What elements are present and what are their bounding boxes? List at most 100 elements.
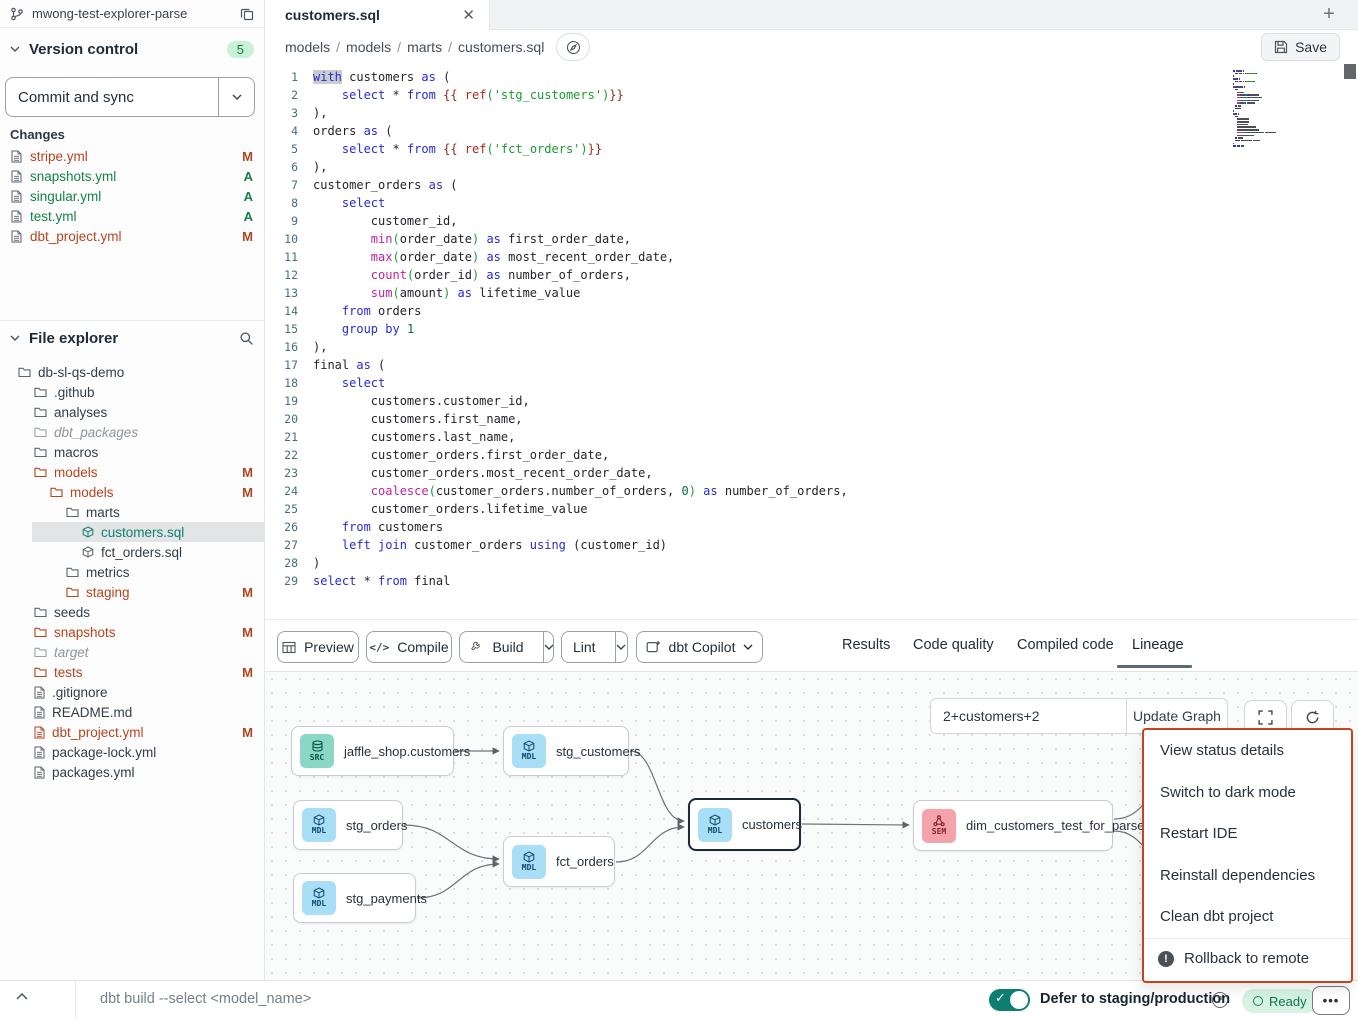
line-number: 28 <box>265 554 313 572</box>
tab-results[interactable]: Results <box>842 637 890 653</box>
tree-item-status: M <box>242 625 253 640</box>
commit-options-caret[interactable] <box>218 78 254 116</box>
code-editor[interactable]: 1with customers as (2 select * from {{ r… <box>265 64 1358 620</box>
change-file-name: snapshots.yml <box>30 169 116 184</box>
lint-button[interactable]: Lint <box>562 639 607 655</box>
lineage-node-stg_customers[interactable]: MDLstg_customers <box>503 726 629 776</box>
tree-item-tests[interactable]: testsM <box>0 662 264 682</box>
file-explorer-header[interactable]: File explorer <box>10 327 254 349</box>
lineage-filter-input[interactable]: 2+customers+2 <box>930 698 1127 734</box>
change-status: A <box>244 209 253 224</box>
build-options-caret[interactable] <box>543 632 554 662</box>
chevron-up-icon[interactable] <box>16 993 28 1000</box>
branch-selector[interactable]: mwong-test-explorer-parse <box>0 0 264 28</box>
change-row-snapshots.yml[interactable]: snapshots.ymlA <box>0 166 264 186</box>
tree-item-label: marts <box>86 505 120 520</box>
tree-item-target[interactable]: target <box>0 642 264 662</box>
menu-item-restart-ide[interactable]: Restart IDE <box>1144 813 1351 855</box>
lint-options-caret[interactable] <box>615 632 627 662</box>
tree-item-README.md[interactable]: README.md <box>0 702 264 722</box>
menu-item-reinstall-dependencies[interactable]: Reinstall dependencies <box>1144 855 1351 897</box>
lineage-node-customers[interactable]: MDLcustomers <box>688 798 801 851</box>
defer-label: Defer to staging/production <box>1040 991 1230 1007</box>
tree-item-seeds[interactable]: seeds <box>0 602 264 622</box>
tab-customers-sql[interactable]: customers.sql ✕ <box>265 0 490 30</box>
change-row-singular.yml[interactable]: singular.ymlA <box>0 186 264 206</box>
change-row-test.yml[interactable]: test.yml A <box>0 206 264 226</box>
tree-item-label: models <box>70 485 114 500</box>
tree-item-package-lock.yml[interactable]: package-lock.yml <box>0 742 264 762</box>
build-label: Build <box>492 639 523 655</box>
dbt-copilot-button[interactable]: dbt Copilot <box>636 631 763 663</box>
explore-compass-button[interactable] <box>556 33 590 61</box>
code-line: 27 left join customer_orders using (cust… <box>265 536 1358 554</box>
line-number: 5 <box>265 140 313 158</box>
commit-and-sync-button[interactable]: Commit and sync <box>5 77 255 117</box>
change-row-dbt_project.yml[interactable]: dbt_project.ymlM <box>0 226 264 246</box>
tree-item-analyses[interactable]: analyses <box>0 402 264 422</box>
compile-button[interactable]: </> Compile <box>366 631 452 663</box>
minimap[interactable] <box>1233 70 1291 148</box>
code-line: 7customer_orders as ( <box>265 176 1358 194</box>
change-row-stripe.yml[interactable]: stripe.ymlM <box>0 146 264 166</box>
tree-item-dbt_project.yml[interactable]: dbt_project.ymlM <box>0 722 264 742</box>
tree-item-marts[interactable]: marts <box>0 502 264 522</box>
menu-item-rollback-to-remote[interactable]: !Rollback to remote <box>1144 939 1351 979</box>
command-input[interactable]: dbt build --select <model_name> <box>100 991 311 1007</box>
tab-lineage[interactable]: Lineage <box>1132 637 1184 653</box>
build-button[interactable]: Build <box>459 639 534 655</box>
lineage-node-fct_orders[interactable]: MDLfct_orders <box>503 836 615 887</box>
tree-item-.github[interactable]: .github <box>0 382 264 402</box>
tree-item-models[interactable]: modelsM <box>0 462 264 482</box>
new-tab-button[interactable]: + <box>1316 1 1342 27</box>
version-control-header[interactable]: Version control 5 <box>10 38 254 60</box>
tree-item-macros[interactable]: macros <box>0 442 264 462</box>
copy-icon[interactable] <box>240 7 254 21</box>
tab-code-quality[interactable]: Code quality <box>913 637 994 653</box>
line-number: 22 <box>265 446 313 464</box>
lineage-node-stg_orders[interactable]: MDLstg_orders <box>293 800 403 850</box>
menu-item-view-status-details[interactable]: View status details <box>1144 730 1351 772</box>
menu-item-switch-to-dark-mode[interactable]: Switch to dark mode <box>1144 772 1351 814</box>
tree-item-db-sl-qs-demo[interactable]: db-sl-qs-demo <box>0 362 264 382</box>
tree-item-models[interactable]: modelsM <box>0 482 264 502</box>
change-file-name: test.yml <box>30 209 77 224</box>
search-icon[interactable] <box>239 331 254 346</box>
close-icon[interactable]: ✕ <box>462 6 475 24</box>
code-line: 5 select * from {{ ref('fct_orders')}} <box>265 140 1358 158</box>
tab-compiled-code[interactable]: Compiled code <box>1017 637 1114 653</box>
lineage-node-dim_customers_test_for_parse[interactable]: SEMdim_customers_test_for_parse <box>913 800 1113 851</box>
ready-label: Ready <box>1269 994 1307 1009</box>
tab-title: customers.sql <box>285 7 462 23</box>
tree-item-metrics[interactable]: metrics <box>0 562 264 582</box>
scrollbar-thumb[interactable] <box>1344 64 1356 79</box>
lineage-node-jaffle_shop.customers[interactable]: SRCjaffle_shop.customers <box>291 726 454 776</box>
tree-item-label: snapshots <box>54 625 116 640</box>
defer-toggle[interactable]: ✓ <box>989 989 1030 1011</box>
tree-item-.gitignore[interactable]: .gitignore <box>0 682 264 702</box>
line-number: 29 <box>265 572 313 590</box>
node-label: fct_orders <box>556 854 614 869</box>
tree-item-dbt_packages[interactable]: dbt_packages <box>0 422 264 442</box>
ide-status-badge[interactable]: Ready <box>1242 989 1318 1013</box>
tree-item-status: M <box>242 725 253 740</box>
lineage-node-stg_payments[interactable]: MDLstg_payments <box>293 873 416 923</box>
code-line: 16), <box>265 338 1358 356</box>
tree-item-packages.yml[interactable]: packages.yml <box>0 762 264 782</box>
more-options-button[interactable]: ••• <box>1312 986 1350 1015</box>
menu-item-clean-dbt-project[interactable]: Clean dbt project <box>1144 896 1351 938</box>
line-number: 16 <box>265 338 313 356</box>
tree-item-staging[interactable]: stagingM <box>0 582 264 602</box>
save-button[interactable]: Save <box>1261 33 1340 61</box>
tree-item-customers.sql[interactable]: customers.sql <box>32 522 264 542</box>
preview-button[interactable]: Preview <box>277 631 359 663</box>
tree-item-label: seeds <box>54 605 90 620</box>
help-icon[interactable]: ? <box>1212 992 1228 1008</box>
tree-item-label: .gitignore <box>52 685 108 700</box>
update-graph-label: Update Graph <box>1133 708 1221 724</box>
line-number: 7 <box>265 176 313 194</box>
mdl-badge: MDL <box>698 808 732 842</box>
tree-item-snapshots[interactable]: snapshots M <box>0 622 264 642</box>
node-label: jaffle_shop.customers <box>344 744 470 759</box>
tree-item-fct_orders.sql[interactable]: fct_orders.sql <box>0 542 264 562</box>
